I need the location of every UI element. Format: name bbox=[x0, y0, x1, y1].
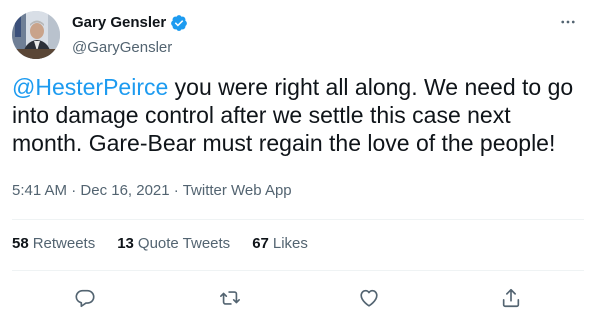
meta-separator: · bbox=[67, 182, 81, 199]
avatar[interactable] bbox=[12, 11, 60, 59]
share-icon bbox=[502, 288, 520, 308]
divider bbox=[12, 219, 584, 220]
retweets-count: 58 bbox=[12, 235, 29, 252]
quote-tweets-count: 13 bbox=[117, 235, 134, 252]
more-icon bbox=[561, 20, 575, 24]
quote-tweets-label: Quote Tweets bbox=[137, 235, 231, 252]
retweet-button[interactable] bbox=[215, 283, 245, 313]
likes-stat[interactable]: 67 Likes bbox=[252, 234, 308, 254]
tweet-meta: 5:41 AM · Dec 16, 2021 · Twitter Web App bbox=[12, 181, 292, 201]
likes-label: Likes bbox=[272, 235, 308, 252]
more-options-button[interactable] bbox=[554, 8, 582, 36]
share-button[interactable] bbox=[496, 283, 526, 313]
engagement-stats: 58 Retweets 13 Quote Tweets 67 Likes bbox=[12, 234, 308, 254]
reply-icon bbox=[75, 289, 95, 308]
action-bar bbox=[12, 283, 584, 313]
tweet-text: @HesterPeirce you were right all along. … bbox=[12, 73, 584, 157]
tweet-source[interactable]: Twitter Web App bbox=[183, 182, 292, 199]
mention-link[interactable]: @HesterPeirce bbox=[12, 74, 168, 100]
reply-button[interactable] bbox=[70, 283, 100, 313]
tweet-card: Gary Gensler @GaryGensler @HesterPeirce … bbox=[0, 0, 596, 334]
quote-tweets-stat[interactable]: 13 Quote Tweets bbox=[117, 234, 230, 254]
user-handle[interactable]: @GaryGensler bbox=[72, 38, 172, 58]
like-button[interactable] bbox=[354, 283, 384, 313]
tweet-time[interactable]: 5:41 AM bbox=[12, 182, 67, 199]
like-icon bbox=[360, 289, 378, 307]
avatar-photo-icon bbox=[12, 11, 60, 59]
tweet-date[interactable]: Dec 16, 2021 bbox=[80, 182, 169, 199]
display-name[interactable]: Gary Gensler bbox=[72, 13, 166, 33]
likes-count: 67 bbox=[252, 235, 269, 252]
retweets-label: Retweets bbox=[32, 235, 96, 252]
retweet-icon bbox=[220, 291, 240, 305]
retweets-stat[interactable]: 58 Retweets bbox=[12, 234, 95, 254]
meta-separator: · bbox=[169, 182, 183, 199]
divider bbox=[12, 270, 584, 271]
author-name-row: Gary Gensler bbox=[72, 13, 188, 33]
verified-badge-icon bbox=[170, 14, 188, 32]
